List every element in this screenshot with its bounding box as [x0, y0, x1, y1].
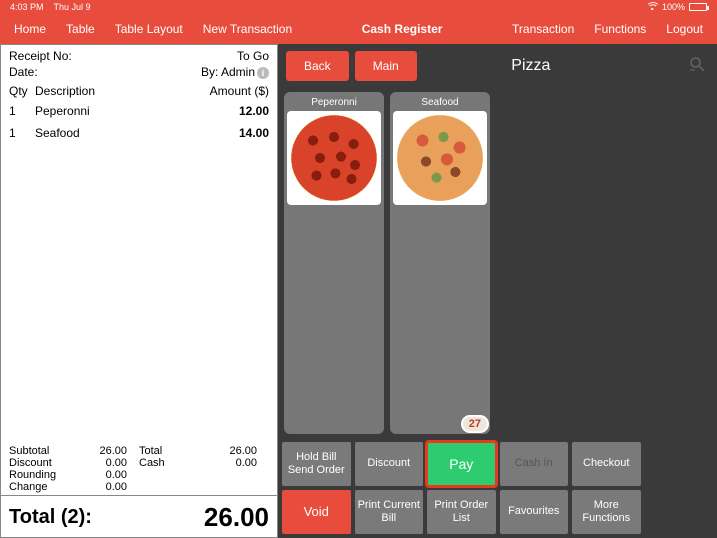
- more-functions-button[interactable]: More Functions: [572, 490, 641, 534]
- line-item[interactable]: 1 Seafood 14.00: [1, 122, 277, 144]
- by-label: By: Admin: [201, 65, 255, 79]
- wifi-icon: [648, 2, 658, 12]
- product-peperonni[interactable]: Peperonni: [284, 92, 384, 434]
- search-icon[interactable]: [685, 55, 709, 78]
- receipt-no-label: Receipt No:: [9, 49, 72, 63]
- void-button[interactable]: Void: [282, 490, 351, 534]
- total-bar: Total (2): 26.00: [1, 495, 277, 537]
- app-title: Cash Register: [300, 22, 504, 36]
- product-grid: Peperonni Seafood 27: [278, 88, 717, 438]
- hold-bill-button[interactable]: Hold Bill Send Order: [282, 442, 351, 486]
- total-value: 26.00: [204, 502, 269, 533]
- total-label: Total (2):: [9, 506, 92, 529]
- top-nav: Home Table Table Layout New Transaction …: [0, 14, 717, 44]
- line-item[interactable]: 1 Peperonni 12.00: [1, 100, 277, 122]
- function-buttons: Hold Bill Send Order Discount Pay Cash I…: [278, 438, 717, 538]
- print-bill-button[interactable]: Print Current Bill: [355, 490, 424, 534]
- back-button[interactable]: Back: [286, 51, 349, 81]
- stock-badge: 27: [461, 415, 489, 433]
- receipt-summary: Subtotal 26.00 Total 26.00 Discount 0.00…: [1, 441, 277, 495]
- status-time: 4:03 PM: [10, 2, 44, 12]
- receipt-panel: Receipt No: To Go Date: By: Admini Qty D…: [0, 44, 278, 538]
- main-button[interactable]: Main: [355, 51, 417, 81]
- nav-new-transaction[interactable]: New Transaction: [195, 18, 300, 40]
- product-image: [393, 111, 487, 205]
- receipt-status: To Go: [237, 49, 269, 65]
- col-qty: Qty: [9, 84, 35, 98]
- pay-button[interactable]: Pay: [427, 442, 496, 486]
- discount-button[interactable]: Discount: [355, 442, 424, 486]
- product-image: [287, 111, 381, 205]
- category-title: Pizza: [423, 57, 679, 75]
- battery-icon: [689, 3, 707, 11]
- battery-pct: 100%: [662, 2, 685, 12]
- col-amt: Amount ($): [210, 84, 269, 98]
- nav-transaction[interactable]: Transaction: [504, 18, 582, 40]
- cash-in-button[interactable]: Cash In: [500, 442, 569, 486]
- nav-logout[interactable]: Logout: [658, 18, 711, 40]
- product-seafood[interactable]: Seafood 27: [390, 92, 490, 434]
- nav-table[interactable]: Table: [58, 18, 103, 40]
- checkout-button[interactable]: Checkout: [572, 442, 641, 486]
- nav-table-layout[interactable]: Table Layout: [107, 18, 191, 40]
- col-desc: Description: [35, 84, 210, 98]
- status-bar: 4:03 PM Thu Jul 9 100%: [0, 0, 717, 14]
- status-date: Thu Jul 9: [54, 2, 91, 12]
- nav-functions[interactable]: Functions: [586, 18, 654, 40]
- print-order-button[interactable]: Print Order List: [427, 490, 496, 534]
- date-label: Date:: [9, 65, 38, 79]
- favourites-button[interactable]: Favourites: [500, 490, 569, 534]
- info-icon[interactable]: i: [257, 67, 269, 79]
- nav-home[interactable]: Home: [6, 18, 54, 40]
